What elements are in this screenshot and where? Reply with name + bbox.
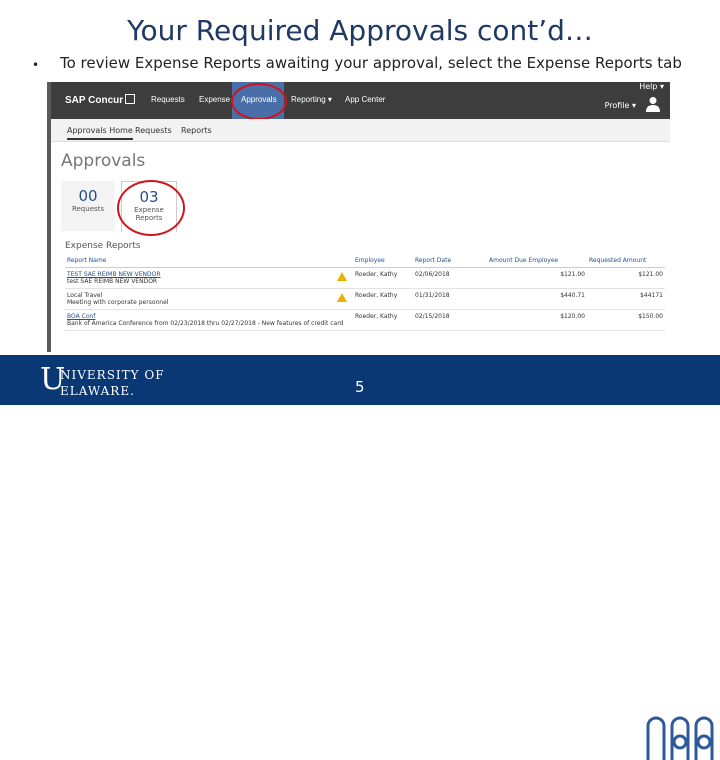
table-row[interactable]: TEST SAE REIMB NEW VENDOR test SAE REIMB … bbox=[65, 267, 665, 289]
requested-amount: $150.00 bbox=[587, 309, 665, 331]
top-nav-bar: SAP Concur Requests Expense Approvals Re… bbox=[51, 82, 670, 119]
avatar-icon[interactable] bbox=[646, 96, 660, 112]
requested-amount: $44171 bbox=[587, 288, 665, 310]
amount-due: $120.00 bbox=[487, 309, 587, 331]
col-report-date[interactable]: Report Date bbox=[413, 254, 487, 268]
nav-expense[interactable]: Expense bbox=[199, 95, 230, 104]
table-header-row: Report Name Employee Report Date Amount … bbox=[65, 254, 665, 268]
help-menu[interactable]: Help ▾ bbox=[639, 82, 664, 91]
requested-amount: $121.00 bbox=[587, 267, 665, 289]
employee-name: Roeder, Kathy bbox=[353, 309, 413, 331]
instruction-text: To review Expense Reports awaiting your … bbox=[60, 54, 682, 72]
amount-due: $121.00 bbox=[487, 267, 587, 289]
report-date: 02/06/2018 bbox=[413, 267, 487, 289]
concur-screenshot: SAP Concur Requests Expense Approvals Re… bbox=[47, 82, 670, 352]
nav-app-center[interactable]: App Center bbox=[345, 95, 385, 104]
approvals-highlight-circle bbox=[231, 83, 287, 120]
page-heading: Approvals bbox=[61, 151, 146, 171]
sub-nav: Approvals Home Requests Reports bbox=[51, 119, 670, 142]
employee-name: Roeder, Kathy bbox=[355, 292, 398, 299]
bullet-marker: • bbox=[32, 58, 40, 72]
report-description: Meeting with corporate personnel bbox=[67, 299, 169, 306]
decorative-pattern-icon bbox=[646, 716, 714, 760]
col-employee[interactable]: Employee bbox=[353, 254, 413, 268]
nav-reporting[interactable]: Reporting ▾ bbox=[291, 95, 332, 104]
slide-title: Your Required Approvals cont’d… bbox=[127, 14, 593, 47]
report-date: 02/15/2018 bbox=[413, 309, 487, 331]
profile-menu[interactable]: Profile ▾ bbox=[605, 101, 636, 110]
report-date: 01/31/2018 bbox=[413, 288, 487, 310]
col-requested-amount[interactable]: Requested Amount bbox=[587, 254, 665, 268]
table-row[interactable]: Local Travel Meeting with corporate perso… bbox=[65, 288, 665, 310]
sap-concur-logo[interactable]: SAP Concur bbox=[65, 94, 136, 106]
tab-requests[interactable]: Requests bbox=[135, 126, 172, 135]
page-number: 5 bbox=[355, 378, 365, 396]
warning-icon bbox=[337, 272, 347, 281]
report-link[interactable]: TEST SAE REIMB NEW VENDOR bbox=[67, 271, 351, 278]
requests-count: 00 bbox=[78, 187, 98, 205]
report-link[interactable]: BOA Conf bbox=[67, 313, 351, 320]
warning-icon bbox=[337, 293, 347, 302]
requests-label: Requests bbox=[71, 205, 105, 213]
report-description: Bank of America Conference from 02/23/20… bbox=[67, 320, 344, 327]
expense-reports-table: Report Name Employee Report Date Amount … bbox=[65, 254, 665, 331]
report-link[interactable]: Local Travel bbox=[67, 292, 351, 299]
section-heading: Expense Reports bbox=[65, 241, 141, 251]
table-row[interactable]: BOA Conf Bank of America Conference from … bbox=[65, 309, 665, 331]
col-report-name[interactable]: Report Name bbox=[65, 254, 353, 268]
requests-tile[interactable]: 00 Requests bbox=[61, 181, 115, 231]
nav-requests[interactable]: Requests bbox=[151, 95, 185, 104]
col-amount-due[interactable]: Amount Due Employee bbox=[487, 254, 587, 268]
amount-due: $440.71 bbox=[487, 288, 587, 310]
report-description: test SAE REIMB NEW VENDOR bbox=[67, 278, 158, 285]
expense-reports-highlight-circle bbox=[117, 180, 185, 236]
employee-name: Roeder, Kathy bbox=[355, 271, 398, 278]
tab-reports[interactable]: Reports bbox=[181, 126, 212, 135]
tab-approvals-home[interactable]: Approvals Home bbox=[67, 126, 133, 140]
